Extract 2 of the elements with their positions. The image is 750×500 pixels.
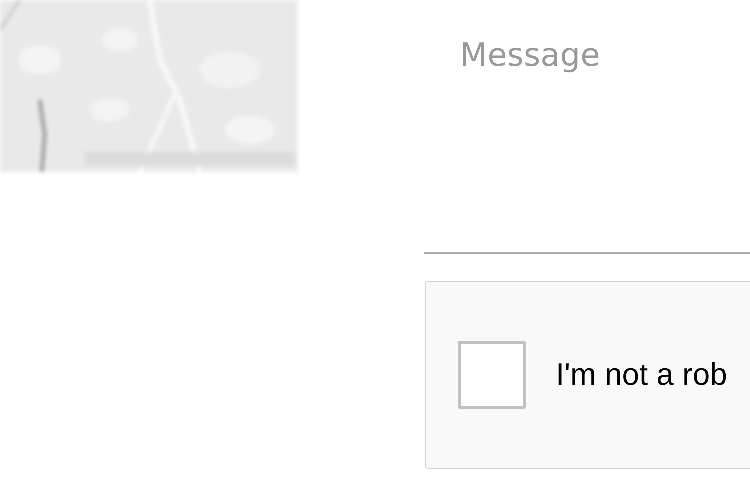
checkbox[interactable] bbox=[458, 341, 526, 409]
captcha-label: I'm not a rob bbox=[556, 357, 728, 393]
